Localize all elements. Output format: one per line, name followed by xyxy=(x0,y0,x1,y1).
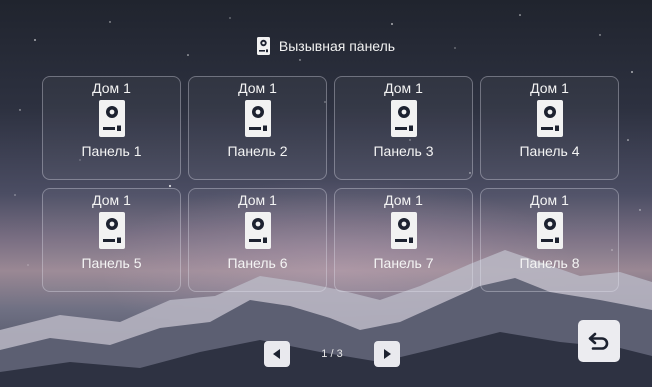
panel-name: Панель 7 xyxy=(373,255,434,271)
return-arrow-icon xyxy=(588,332,609,350)
door-panel-icon xyxy=(98,100,125,137)
door-panel-icon xyxy=(256,37,270,55)
door-panel-icon xyxy=(244,212,271,249)
panel-tile[interactable]: Дом 1 Панель 5 xyxy=(42,188,181,292)
panel-name: Панель 6 xyxy=(227,255,288,271)
panel-name: Панель 3 xyxy=(373,143,434,159)
house-label: Дом 1 xyxy=(92,192,131,208)
panel-tile[interactable]: Дом 1 Панель 7 xyxy=(334,188,473,292)
page-header: Вызывная панель xyxy=(0,34,652,58)
back-button[interactable] xyxy=(578,320,620,362)
door-panel-icon xyxy=(536,212,563,249)
screen: Вызывная панель Дом 1 Панель 1 Дом 1 Пан… xyxy=(0,0,652,387)
panel-name: Панель 1 xyxy=(81,143,142,159)
panel-tile[interactable]: Дом 1 Панель 8 xyxy=(480,188,619,292)
house-label: Дом 1 xyxy=(530,192,569,208)
panel-name: Панель 8 xyxy=(519,255,580,271)
panel-name: Панель 5 xyxy=(81,255,142,271)
pagination: 1 / 3 xyxy=(264,339,400,369)
door-panel-icon xyxy=(244,100,271,137)
door-panel-icon xyxy=(536,100,563,137)
next-page-button[interactable] xyxy=(374,341,400,367)
door-panel-icon xyxy=(390,212,417,249)
door-panel-icon xyxy=(98,212,125,249)
prev-page-button[interactable] xyxy=(264,341,290,367)
panel-grid: Дом 1 Панель 1 Дом 1 Панель 2 Дом 1 Пане… xyxy=(42,76,619,296)
panel-tile[interactable]: Дом 1 Панель 4 xyxy=(480,76,619,180)
triangle-left-icon xyxy=(273,349,280,359)
panel-tile[interactable]: Дом 1 Панель 1 xyxy=(42,76,181,180)
house-label: Дом 1 xyxy=(530,80,569,96)
panel-tile[interactable]: Дом 1 Панель 2 xyxy=(188,76,327,180)
triangle-right-icon xyxy=(384,349,391,359)
panel-name: Панель 4 xyxy=(519,143,580,159)
panel-tile[interactable]: Дом 1 Панель 6 xyxy=(188,188,327,292)
house-label: Дом 1 xyxy=(92,80,131,96)
house-label: Дом 1 xyxy=(384,192,423,208)
page-title: Вызывная панель xyxy=(278,38,396,54)
door-panel-icon xyxy=(390,100,417,137)
page-indicator: 1 / 3 xyxy=(321,348,343,360)
house-label: Дом 1 xyxy=(238,80,277,96)
panel-tile[interactable]: Дом 1 Панель 3 xyxy=(334,76,473,180)
house-label: Дом 1 xyxy=(384,80,423,96)
house-label: Дом 1 xyxy=(238,192,277,208)
panel-name: Панель 2 xyxy=(227,143,288,159)
